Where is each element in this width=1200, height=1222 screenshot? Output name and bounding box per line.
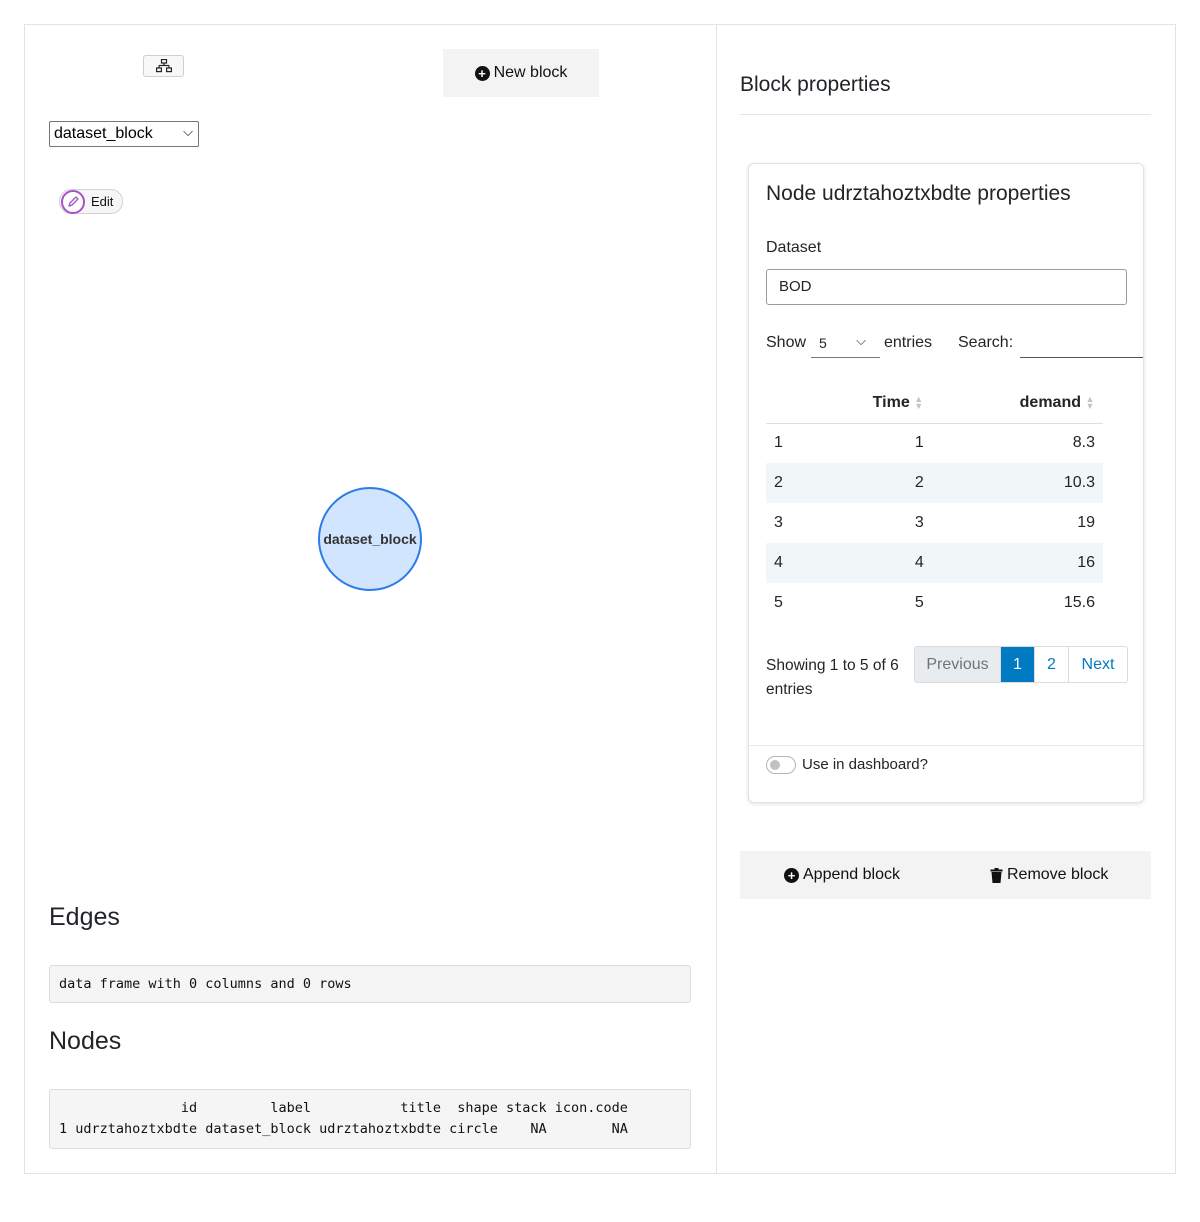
app-frame: + New block dataset_block ⌵ Edit dataset…: [24, 24, 1176, 1174]
chevron-down-icon: ⌵: [183, 124, 193, 139]
table-row: 1 1 8.3: [766, 423, 1103, 463]
block-properties-title: Block properties: [740, 73, 891, 96]
pagination: Previous 1 2 Next: [914, 646, 1128, 683]
table-row: 4 4 16: [766, 543, 1103, 583]
toggle-knob: [770, 760, 780, 770]
table-cell: 8.3: [1072, 434, 1095, 452]
table-cell: 1: [914, 434, 924, 452]
table-row: 5 5 15.6: [766, 583, 1103, 623]
table-cell: 15.6: [1063, 594, 1095, 611]
next-page-button[interactable]: Next: [1069, 647, 1127, 682]
block-type-select[interactable]: dataset_block ⌵: [49, 121, 199, 147]
entries-label: entries: [884, 334, 933, 351]
remove-block-label: Remove block: [1007, 866, 1109, 883]
sort-icon: ▲ ▼: [914, 393, 924, 411]
table-cell: 3: [774, 514, 783, 531]
nodes-output: id label title shape stack icon.code 1 u…: [49, 1089, 691, 1149]
edges-heading: Edges: [49, 903, 120, 931]
table-row: 2 2 10.3: [766, 463, 1103, 503]
card-footer-divider: [749, 745, 1143, 746]
card-title: Node udrztahoztxbdte properties: [766, 182, 1071, 205]
entries-length-select[interactable]: 5 ⌵: [811, 330, 880, 358]
table-cell: 4: [766, 543, 806, 583]
previous-page-button[interactable]: Previous: [915, 647, 1001, 682]
table-info: Showing 1 to 5 of 6 entries: [766, 657, 899, 698]
search-label: Search:: [958, 334, 1014, 351]
graph-node[interactable]: dataset_block: [318, 487, 422, 591]
column-header-time[interactable]: Time ▲ ▼: [806, 383, 932, 424]
block-actions-bar: + Append block Remove block: [740, 851, 1151, 899]
graph-node-label: dataset_block: [323, 531, 417, 547]
table-cell: 1: [774, 434, 783, 452]
table-row: 3 3 19: [766, 503, 1103, 543]
search-input[interactable]: [1020, 357, 1143, 358]
table-cell: 10.3: [931, 463, 1103, 503]
dataset-label: Dataset: [766, 239, 822, 256]
table-cell: 3: [914, 514, 924, 531]
edges-output: data frame with 0 columns and 0 rows: [49, 965, 691, 1003]
plus-circle-icon: +: [784, 867, 799, 883]
new-block-button[interactable]: + New block: [443, 49, 599, 97]
table-cell: 16: [931, 543, 1103, 583]
append-block-button[interactable]: + Append block: [784, 851, 900, 899]
nodes-heading: Nodes: [49, 1027, 122, 1055]
page-button-2[interactable]: 2: [1035, 647, 1069, 682]
show-label: Show: [766, 334, 807, 351]
table-cell: 2: [806, 463, 932, 503]
panel-divider: [716, 25, 717, 1173]
page-button-1[interactable]: 1: [1001, 647, 1035, 682]
chevron-down-icon: ⌵: [856, 333, 866, 348]
table-cell: 4: [806, 543, 932, 583]
table-cell: 5: [774, 594, 783, 611]
dashboard-toggle[interactable]: [766, 756, 796, 774]
edit-label: Edit: [91, 194, 114, 209]
column-header-demand[interactable]: demand ▲ ▼: [931, 383, 1103, 424]
sort-icon: ▲ ▼: [1085, 393, 1095, 411]
trash-icon: [990, 867, 1003, 883]
sitemap-icon: [155, 59, 172, 73]
network-layout-button[interactable]: [143, 55, 184, 77]
dashboard-toggle-label: Use in dashboard?: [802, 756, 928, 773]
table-cell: 19: [1077, 514, 1095, 531]
append-block-label: Append block: [803, 866, 900, 883]
table-cell: 5: [914, 594, 924, 611]
pencil-icon: [61, 189, 85, 214]
node-properties-card: Node udrztahoztxbdte properties Dataset …: [748, 163, 1144, 803]
new-block-label: New block: [493, 64, 568, 81]
dataset-input[interactable]: BOD: [766, 269, 1127, 305]
entries-length-value: 5: [819, 335, 827, 351]
remove-block-button[interactable]: Remove block: [990, 851, 1108, 899]
table-cell: 2: [766, 463, 806, 503]
block-type-value: dataset_block: [54, 125, 153, 142]
plus-circle-icon: +: [474, 65, 490, 81]
title-divider: [740, 114, 1151, 115]
data-table: Time ▲ ▼ demand ▲ ▼ 1 1 8.3 2 2 10.3 3 3…: [766, 383, 1103, 623]
column-header-rownames: [766, 383, 806, 424]
edit-button[interactable]: Edit: [59, 189, 123, 214]
